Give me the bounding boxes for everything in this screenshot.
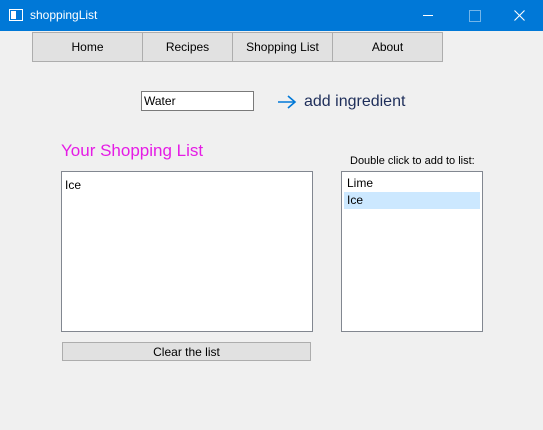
tab-home[interactable]: Home [32, 32, 143, 62]
tab-about[interactable]: About [333, 32, 443, 62]
add-ingredient-label: add ingredient [304, 93, 406, 110]
window-icon [9, 9, 23, 21]
window-title: shoppingList [30, 8, 98, 22]
close-button[interactable] [497, 0, 543, 31]
maximize-button[interactable] [451, 0, 497, 31]
close-icon [514, 10, 525, 21]
tab-recipes[interactable]: Recipes [143, 32, 233, 62]
list-item-selected[interactable]: Ice [344, 192, 480, 209]
shopping-list[interactable]: Ice [61, 171, 313, 332]
add-ingredient-button[interactable]: add ingredient [277, 90, 405, 114]
suggestions-list[interactable]: Lime Ice [341, 171, 483, 332]
clear-list-button[interactable]: Clear the list [62, 342, 311, 361]
minimize-button[interactable] [405, 0, 451, 31]
title-bar[interactable]: shoppingList [0, 0, 543, 31]
list-item[interactable]: Lime [344, 175, 480, 192]
arrow-right-icon [278, 95, 297, 109]
ingredient-input[interactable] [141, 91, 254, 111]
shopping-list-title: Your Shopping List [61, 141, 204, 160]
tab-shopping-list[interactable]: Shopping List [233, 32, 333, 62]
suggestions-label: Double click to add to list: [350, 155, 475, 167]
list-item[interactable]: Ice [62, 177, 312, 194]
